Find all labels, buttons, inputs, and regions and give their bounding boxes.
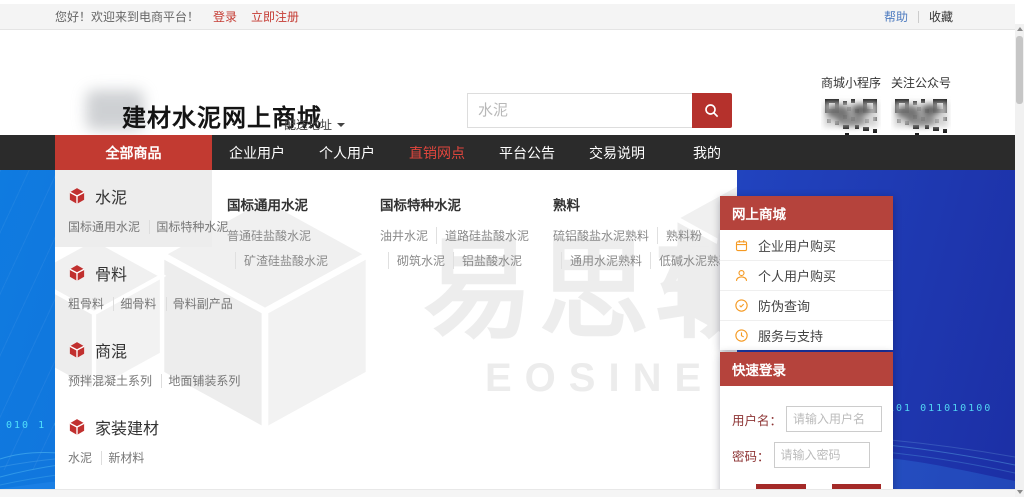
mega-group-title: 国标通用水泥 [227,194,387,214]
clock-icon [734,328,749,343]
category-sidebar: 水泥 国标通用水泥 国标特种水泥 骨料 粗骨料 细骨料 骨料副 [55,170,212,489]
category-sublink[interactable]: 水泥 [68,451,92,465]
mall-item-label: 防伪查询 [758,296,810,315]
register-link[interactable]: 立即注册 [251,8,299,25]
category-aggregate[interactable]: 骨料 粗骨料 细骨料 骨料副产品 [55,247,212,324]
category-sublink[interactable]: 预拌混凝土系列 [68,374,152,388]
help-link[interactable]: 帮助 [884,8,908,25]
cube-icon [68,264,86,282]
category-sublink[interactable]: 新材料 [101,451,144,465]
username-input[interactable] [786,406,882,432]
cube-icon [68,187,86,205]
topbar: 您好！欢迎来到电商平台！ 登录 立即注册 帮助 收藏 [0,4,1015,30]
search-input[interactable] [467,93,692,128]
welcome-text: 您好！欢迎来到电商平台！ [55,8,199,25]
scrollbar-thumb[interactable] [1016,36,1023,104]
vertical-scrollbar[interactable] [1015,24,1024,497]
category-name: 家装建材 [95,415,159,439]
shield-icon [734,298,749,313]
cube-icon [68,341,86,359]
mega-link[interactable]: 矿渣硅盐酸水泥 [235,252,328,269]
divider [918,11,919,23]
chevron-down-icon [337,123,345,131]
quick-login-title: 快速登录 [720,352,893,386]
search-button[interactable] [692,93,732,128]
mall-item-anti-fake-query[interactable]: 防伪查询 [720,290,893,320]
category-panel: 易思软件 EOSINE SOFTWARE 水泥 国标通用水泥 国标特种水泥 [55,170,737,489]
nav-platform-notice[interactable]: 平台公告 [482,135,572,170]
nav-all-products[interactable]: 全部商品 [55,135,212,170]
qr-mini-program-label: 商城小程序 [820,74,882,91]
mega-link[interactable]: 通用水泥熟料 [561,252,642,269]
mega-group-title: 熟料 [553,194,735,214]
category-name: 骨料 [95,261,127,285]
mega-link[interactable]: 低碱水泥熟料 [650,252,731,269]
search-icon [703,102,721,120]
scroll-up-arrow[interactable] [1015,24,1024,34]
mega-link[interactable]: 砌筑水泥 [388,252,445,269]
category-name: 水泥 [95,184,127,208]
mega-group-special-cement: 国标特种水泥 油井水泥 道路硅盐酸水泥 砌筑水泥 铝盐酸水泥 [380,194,552,269]
user-icon [734,268,749,283]
category-sublink[interactable]: 国标通用水泥 [68,220,140,234]
login-link[interactable]: 登录 [213,8,237,25]
mega-link[interactable]: 油井水泥 [380,227,428,244]
mega-menu: 国标通用水泥 普通硅盐酸水泥 矿渣硅盐酸水泥 国标特种水泥 油井水泥 道路硅盐酸… [212,170,737,489]
mega-group-title: 国标特种水泥 [380,194,552,214]
mega-link[interactable]: 熟料粉 [657,227,702,244]
category-home-materials[interactable]: 家装建材 水泥 新材料 [55,401,212,478]
mall-item-label: 个人用户购买 [758,266,836,285]
mall-item-service-support[interactable]: 服务与支持 [720,320,893,350]
search-bar [467,93,732,128]
category-ready-mix[interactable]: 商混 预拌混凝土系列 地面铺装系列 [55,324,212,401]
nav-direct-outlets[interactable]: 直销网点 [392,135,482,170]
favorite-link[interactable]: 收藏 [929,8,953,25]
mall-item-label: 服务与支持 [758,326,823,345]
mall-item-enterprise-buy[interactable]: 企业用户购买 [720,230,893,260]
password-input[interactable] [774,442,870,468]
quick-login-panel: 快速登录 用户名： 密码： 登 录 重 置 [720,352,893,489]
nav-trade-guide[interactable]: 交易说明 [572,135,662,170]
mega-link[interactable]: 铝盐酸水泥 [453,252,522,269]
mall-item-personal-buy[interactable]: 个人用户购买 [720,260,893,290]
horizontal-scrollbar[interactable] [0,489,1015,497]
online-mall-title: 网上商城 [720,196,893,230]
main-nav: 全部商品 企业用户 个人用户 直销网点 平台公告 交易说明 我的 [0,135,1015,170]
nav-mine[interactable]: 我的 [662,135,752,170]
calendar-icon [734,238,749,253]
scroll-down-arrow[interactable] [1015,487,1024,497]
qr-official-account-label: 关注公众号 [890,74,952,91]
category-sublink[interactable]: 粗骨料 [68,297,104,311]
cube-icon [68,418,86,436]
mega-link[interactable]: 普通硅盐酸水泥 [227,227,311,244]
nav-spacer [0,135,55,170]
delivery-address-dropdown[interactable]: 配送地址 [284,116,345,133]
username-label: 用户名： [732,410,782,429]
mega-group-general-cement: 国标通用水泥 普通硅盐酸水泥 矿渣硅盐酸水泥 [227,194,387,269]
delivery-address-label: 配送地址 [284,116,332,133]
category-cement[interactable]: 水泥 国标通用水泥 国标特种水泥 [55,170,212,247]
mega-group-clinker: 熟料 硫铝酸盐水泥熟料 熟料粉 通用水泥熟料 低碱水泥熟料 [553,194,735,269]
mega-link[interactable]: 硫铝酸盐水泥熟料 [553,227,649,244]
main-stage: 制、 ARE 00 1001 101 011010100 010 1 0010 … [0,170,1015,489]
nav-personal-user[interactable]: 个人用户 [302,135,392,170]
mall-item-label: 企业用户购买 [758,236,836,255]
category-name: 商混 [95,338,127,362]
nav-enterprise-user[interactable]: 企业用户 [212,135,302,170]
header: 建材水泥网上商城 配送地址 热门搜索: 水泥 骨料 商城小程序 关注公众号 [0,30,1015,135]
mega-link[interactable]: 道路硅盐酸水泥 [436,227,529,244]
category-sublink[interactable]: 细骨料 [113,297,156,311]
password-label: 密码： [732,446,770,465]
online-mall-panel: 网上商城 企业用户购买 个人用户购买 防伪查询 [720,196,893,350]
